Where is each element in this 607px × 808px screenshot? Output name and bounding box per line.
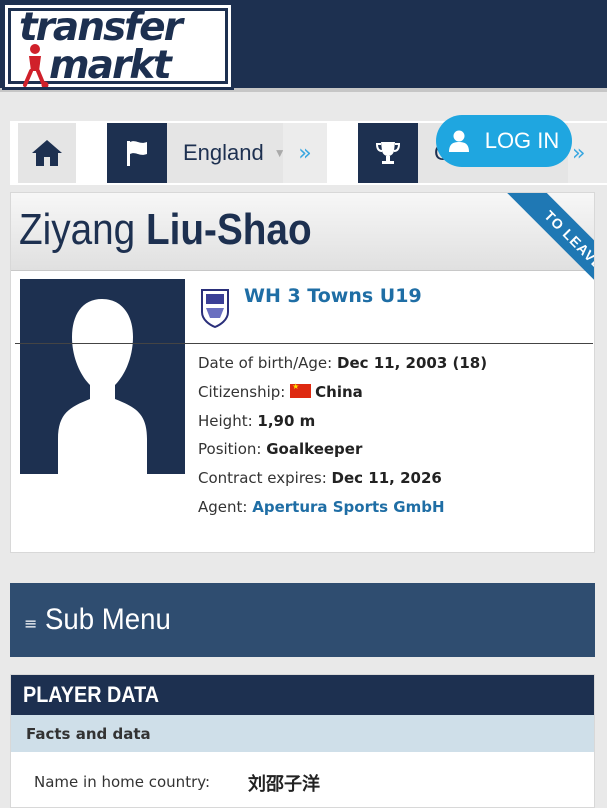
dob-row: Date of birth/Age: Dec 11, 2003 (18) <box>198 354 487 372</box>
sub-menu-label: Sub Menu <box>45 603 172 636</box>
double-chevron-right-icon: » <box>298 140 312 166</box>
home-button[interactable] <box>18 123 76 183</box>
china-flag-icon <box>290 382 312 398</box>
agent-row: Agent: Apertura Sports GmbH <box>198 498 445 516</box>
player-first-name: Ziyang <box>19 205 136 254</box>
player-photo-placeholder <box>20 279 185 474</box>
facts-section-header: Facts and data <box>11 715 594 752</box>
contract-label: Contract expires: <box>198 469 327 487</box>
height-value: 1,90 m <box>257 412 316 430</box>
hamburger-icon: ≡ <box>24 613 38 633</box>
divider <box>15 343 593 344</box>
contract-row: Contract expires: Dec 11, 2026 <box>198 469 442 487</box>
height-label: Height: <box>198 412 253 430</box>
position-row: Position: Goalkeeper <box>198 440 362 458</box>
position-value: Goalkeeper <box>266 440 363 458</box>
country-select[interactable]: England ▼ <box>167 123 286 183</box>
citizenship-label: Citizenship: <box>198 383 286 401</box>
country-flag-button[interactable] <box>107 123 167 183</box>
table-row: Name in home country: 刘邵子洋 <box>11 752 594 807</box>
citizenship-value: China <box>315 383 363 401</box>
player-data-title: PLAYER DATA <box>23 682 160 707</box>
agent-link[interactable]: Apertura Sports GmbH <box>252 498 444 516</box>
user-icon <box>448 130 469 152</box>
login-label: LOG IN <box>484 128 560 153</box>
row-key: Name in home country: <box>34 773 211 791</box>
person-silhouette-icon <box>58 299 147 474</box>
dob-value: Dec 11, 2003 (18) <box>337 354 488 372</box>
club-name-link[interactable]: WH 3 Towns U19 <box>244 285 422 307</box>
competition-button[interactable] <box>358 123 418 183</box>
site-header: transfer markt <box>0 0 607 92</box>
next-arrow-button-2[interactable]: » <box>568 123 607 183</box>
player-data-box: PLAYER DATA Facts and data Name in home … <box>10 674 595 808</box>
logo-text-line2: markt <box>49 43 172 88</box>
dob-label: Date of birth/Age: <box>198 354 333 372</box>
club-crest-icon[interactable] <box>200 288 230 328</box>
login-button[interactable]: LOG IN <box>436 115 572 167</box>
player-name-bar: Ziyang Liu-Shao <box>11 193 594 271</box>
agent-label: Agent: <box>198 498 248 516</box>
next-arrow-button[interactable]: » <box>283 123 327 183</box>
country-label: England <box>183 140 264 165</box>
position-label: Position: <box>198 440 262 458</box>
player-name: Ziyang Liu-Shao <box>19 205 312 255</box>
player-profile-card: Ziyang Liu-Shao TO LEAVE ... WH 3 Towns … <box>10 192 595 553</box>
transfermarkt-logo[interactable]: transfer markt <box>2 2 234 90</box>
player-data-heading: PLAYER DATA <box>11 675 594 715</box>
footballer-icon <box>23 44 49 87</box>
trophy-icon <box>375 142 401 164</box>
double-chevron-right-icon: » <box>572 140 586 166</box>
sub-menu-toggle[interactable]: ≡ Sub Menu <box>10 583 595 657</box>
row-value: 刘邵子洋 <box>248 774 320 795</box>
flag-icon <box>127 141 147 166</box>
height-row: Height: 1,90 m <box>198 412 315 430</box>
home-icon <box>32 140 62 166</box>
citizenship-row: Citizenship: China <box>198 382 363 401</box>
contract-value: Dec 11, 2026 <box>331 469 442 487</box>
player-last-name: Liu-Shao <box>145 205 312 254</box>
